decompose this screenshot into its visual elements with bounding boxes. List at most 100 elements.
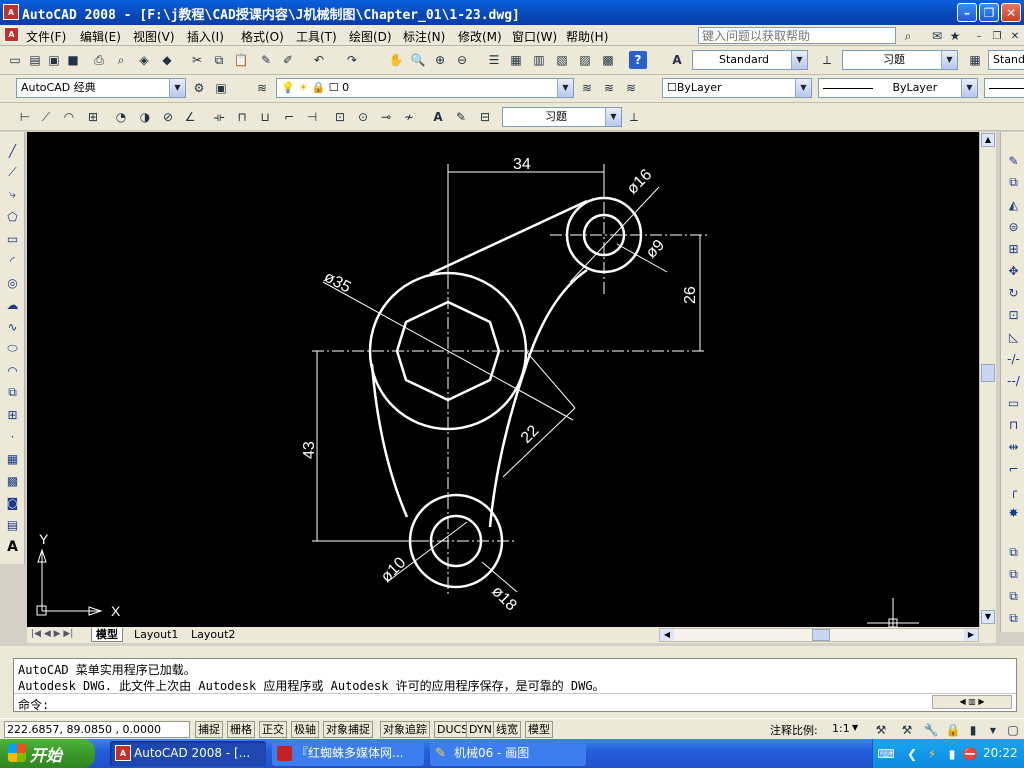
tab-layout1[interactable]: Layout1 [130, 628, 182, 642]
communication-center-icon[interactable]: ✉ [928, 27, 946, 45]
dim-update-icon[interactable]: ✎ [452, 108, 470, 126]
otrack-toggle[interactable]: 对象追踪 [380, 721, 430, 738]
join-icon[interactable]: ⇹ [1005, 438, 1022, 455]
tab-model[interactable]: 模型 [91, 628, 123, 642]
match-properties-icon[interactable]: ✎ [257, 51, 275, 69]
diameter-dim-icon[interactable]: ⊘ [159, 108, 177, 126]
draworder-under-icon[interactable]: ⧉ [1005, 610, 1022, 627]
save-icon[interactable]: ■ [64, 51, 82, 69]
volume-icon[interactable]: ▮ [943, 745, 961, 763]
table-style-select[interactable]: Stand [988, 50, 1024, 70]
publish-icon[interactable]: ◈ [135, 51, 153, 69]
circle-icon[interactable]: ◎ [4, 274, 21, 291]
qnew-icon[interactable]: ▭ [6, 51, 24, 69]
annotation-visibility-icon[interactable]: ⚒ [872, 721, 890, 739]
dyn-toggle[interactable]: DYN [466, 721, 495, 738]
menu-view[interactable]: 视图(V) [133, 28, 175, 45]
doc-restore-icon[interactable]: ❐ [988, 27, 1006, 45]
dim-text-edit-icon[interactable]: A [429, 108, 447, 126]
linear-dim-icon[interactable]: ⊢ [16, 108, 34, 126]
multiline-text-icon[interactable]: A [4, 538, 21, 555]
text-style-select[interactable]: Standard ▼ [692, 50, 808, 70]
cut-icon[interactable]: ✂ [188, 51, 206, 69]
coordinates-display[interactable]: 222.6857, 89.0850 , 0.0000 [4, 721, 190, 738]
qleader-icon[interactable]: ⌐ [280, 108, 298, 126]
menu-edit[interactable]: 编辑(E) [80, 28, 121, 45]
layer-previous-icon[interactable]: ≋ [600, 79, 618, 97]
horizontal-scroll-thumb[interactable] [812, 629, 830, 641]
erase-icon[interactable]: ✎ [1005, 152, 1022, 169]
text-style-icon[interactable]: A [668, 51, 686, 69]
help-search-input[interactable] [698, 27, 896, 44]
lineweight-select[interactable] [984, 78, 1024, 98]
zoom-previous-icon[interactable]: ⊖ [453, 51, 471, 69]
menu-format[interactable]: 格式(O) [241, 28, 284, 45]
scroll-down-icon[interactable]: ▼ [981, 610, 995, 624]
rectangle-icon[interactable]: ▭ [4, 230, 21, 247]
sheet-set-manager-icon[interactable]: ▧ [553, 51, 571, 69]
status-tray-icon[interactable]: ▮ [964, 721, 982, 739]
open-icon[interactable]: ▣ [45, 51, 63, 69]
toolbar-lock-icon[interactable]: 🔧 [922, 721, 940, 739]
plot-icon[interactable]: ⎙ [90, 51, 108, 69]
dim-style-manager-icon[interactable]: ⊟ [476, 108, 494, 126]
tool-palettes-icon[interactable]: ▥ [530, 51, 548, 69]
osnap-toggle[interactable]: 对象捕捉 [323, 721, 373, 738]
radius-dim-icon[interactable]: ◔ [112, 108, 130, 126]
tolerance-icon[interactable]: ⊣ [303, 108, 321, 126]
trim-icon[interactable]: -/- [1005, 350, 1022, 367]
baseline-dim-icon[interactable]: ⊓ [233, 108, 251, 126]
close-button[interactable]: ✕ [1001, 3, 1021, 22]
document-icon[interactable]: A [4, 27, 19, 42]
menu-help[interactable]: 帮助(H) [566, 28, 608, 45]
inspection-icon[interactable]: ⊙ [354, 108, 372, 126]
zoom-realtime-icon[interactable]: 🔍 [409, 51, 427, 69]
auto-scale-icon[interactable]: ⚒ [898, 721, 916, 739]
menu-modify[interactable]: 修改(M) [458, 28, 502, 45]
dim-style-select[interactable]: 习题 ▼ [842, 50, 958, 70]
command-prompt[interactable]: 命令: [18, 696, 49, 713]
make-block-icon[interactable]: ⊞ [4, 406, 21, 423]
drawing-canvas[interactable]: 34 ø16 ø9 26 ø35 22 43 ø10 ø18 Y X [27, 132, 979, 627]
linetype-select[interactable]: ByLayer ▼ [818, 78, 978, 98]
properties-icon[interactable]: ☰ [485, 51, 503, 69]
mirror-icon[interactable]: ◭ [1005, 196, 1022, 213]
snap-toggle[interactable]: 捕捉 [195, 721, 223, 738]
color-select[interactable]: ☐ByLayer ▼ [662, 78, 812, 98]
command-hscroll[interactable]: ◀ ▥ ▶ [932, 695, 1012, 709]
point-icon[interactable]: · [4, 428, 21, 445]
angular-dim-icon[interactable]: ∠ [181, 108, 199, 126]
scroll-left-icon[interactable]: ◀ [660, 629, 674, 641]
menu-draw[interactable]: 绘图(D) [349, 28, 392, 45]
ortho-toggle[interactable]: 正交 [259, 721, 287, 738]
arc-icon[interactable]: ◜ [4, 252, 21, 269]
ellipse-icon[interactable]: ⬭ [4, 340, 21, 357]
sheet-set-icon[interactable]: ▤ [26, 51, 44, 69]
layer-manager-icon[interactable]: ≋ [253, 79, 271, 97]
hatch-icon[interactable]: ▦ [4, 450, 21, 467]
favorites-icon[interactable]: ★ [946, 27, 964, 45]
scroll-up-icon[interactable]: ▲ [981, 133, 995, 147]
3d-dwf-icon[interactable]: ◆ [158, 51, 176, 69]
design-center-icon[interactable]: ▦ [507, 51, 525, 69]
ellipse-arc-icon[interactable]: ◠ [4, 362, 21, 379]
fillet-icon[interactable]: ╭ [1005, 482, 1022, 499]
menu-tools[interactable]: 工具(T) [296, 28, 337, 45]
continue-dim-icon[interactable]: ⊔ [256, 108, 274, 126]
polygon-icon[interactable]: ⬠ [4, 208, 21, 225]
rotate-icon[interactable]: ↻ [1005, 284, 1022, 301]
layer-select[interactable]: 💡 ☀ 🔒 ☐ 0 ▼ [276, 78, 574, 98]
drawing-svg[interactable]: 34 ø16 ø9 26 ø35 22 43 ø10 ø18 Y X [27, 132, 979, 627]
copy-icon[interactable]: ⧉ [210, 51, 228, 69]
center-mark-icon[interactable]: ⊡ [331, 108, 349, 126]
status-menu-icon[interactable]: ▼ [984, 721, 1002, 739]
restore-button[interactable]: ❐ [979, 3, 999, 22]
array-icon[interactable]: ⊞ [1005, 240, 1022, 257]
menu-dimension[interactable]: 标注(N) [403, 28, 445, 45]
security-icon[interactable]: ⛔ [961, 745, 979, 763]
arc-length-icon[interactable]: ◠ [60, 108, 78, 126]
copy-object-icon[interactable]: ⧉ [1005, 174, 1022, 191]
dim-style-icon[interactable]: ⟂ [818, 51, 836, 69]
line-icon[interactable]: ╱ [4, 142, 21, 159]
redo-icon[interactable]: ↷ [343, 51, 361, 69]
